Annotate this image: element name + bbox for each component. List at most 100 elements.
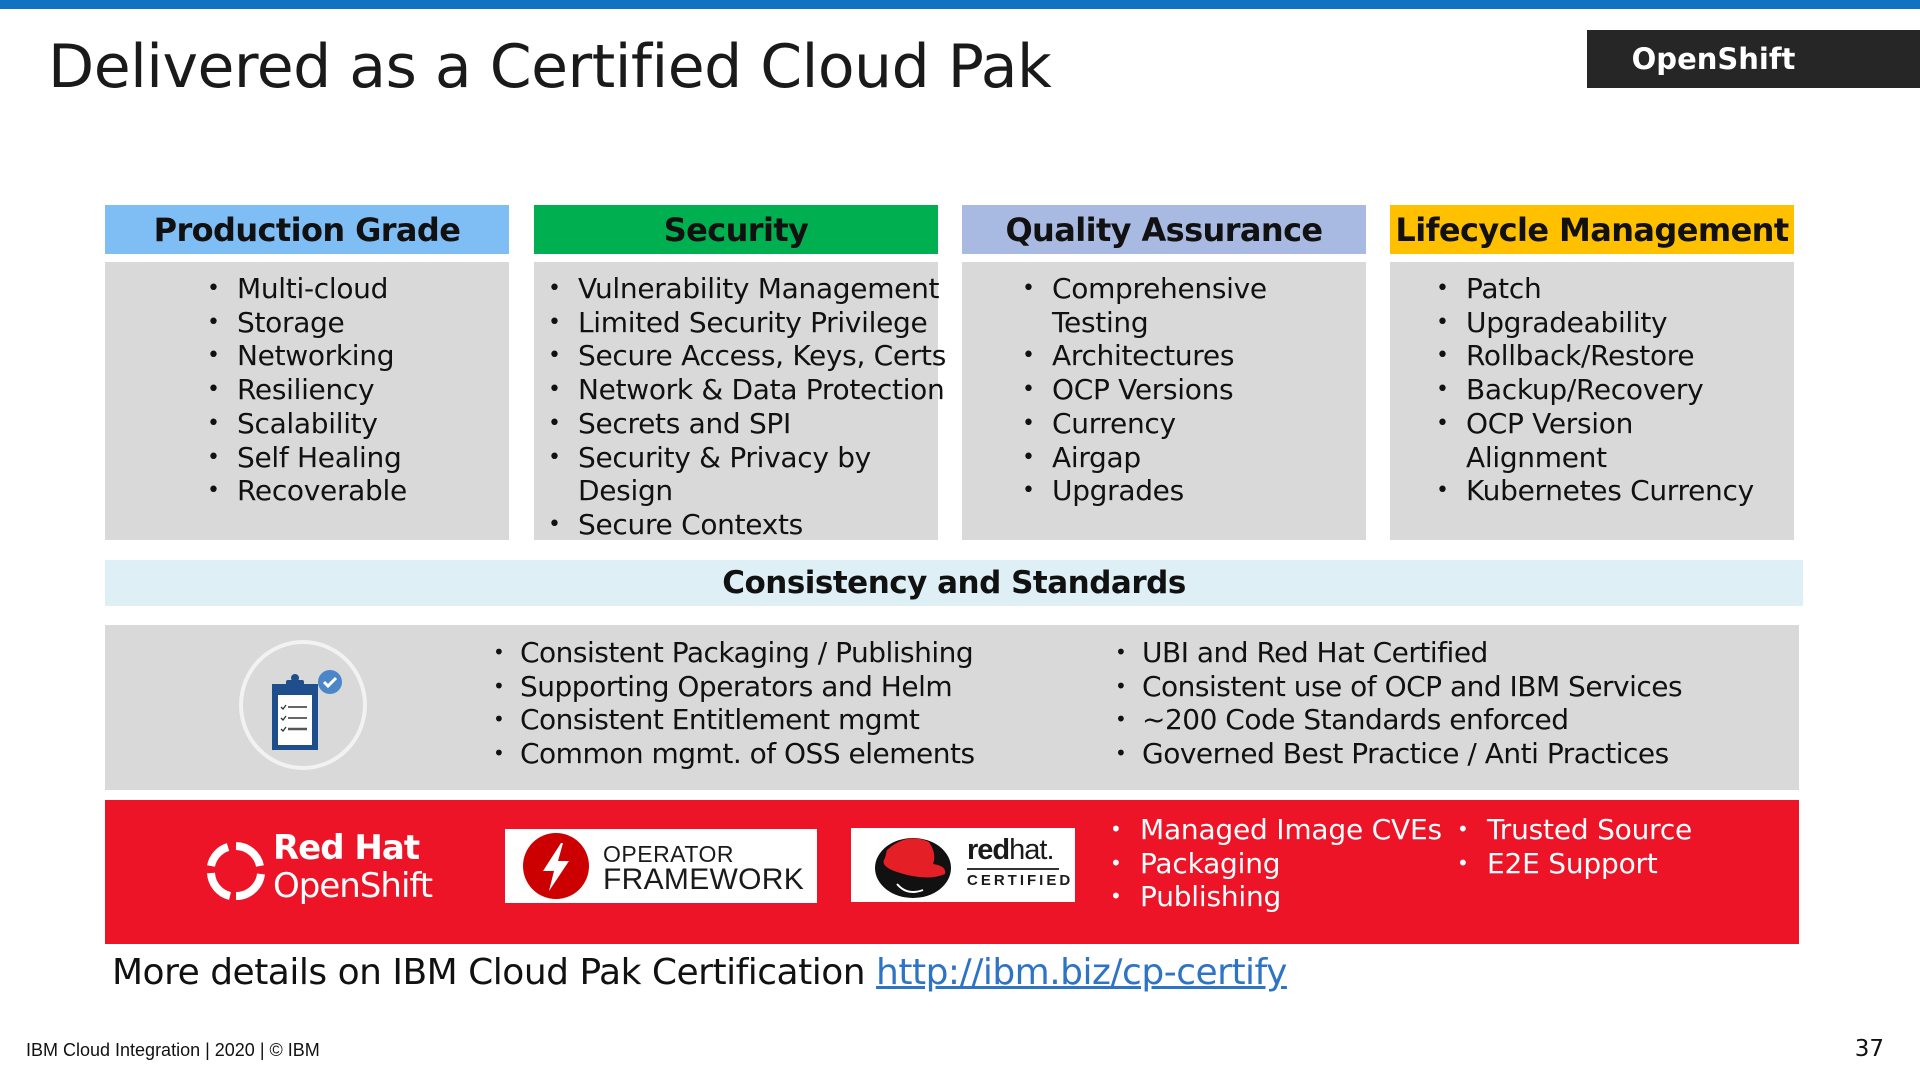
column-body-lifecycle-management: PatchUpgradeabilityRollback/RestoreBacku… [1390, 262, 1794, 540]
bullet-list: ComprehensiveTestingArchitecturesOCP Ver… [1022, 272, 1267, 508]
list-item: Upgradeability [1436, 306, 1754, 340]
consistency-list-right: UBI and Red Hat CertifiedConsistent use … [1115, 636, 1683, 771]
operator-framework-logo: OPERATOR FRAMEWORK [505, 829, 817, 903]
list-item: Common mgmt. of OSS elements [493, 737, 975, 771]
openshift-badge: OpenShift [1587, 30, 1920, 88]
list-item: Consistent use of OCP and IBM Services [1115, 670, 1683, 704]
list-item: Consistent Entitlement mgmt [493, 703, 975, 737]
list-item: Governed Best Practice / Anti Practices [1115, 737, 1682, 771]
certification-list-right: Trusted SourceE2E Support [1457, 813, 1692, 880]
list-item: Managed Image CVEs [1110, 813, 1442, 847]
column-header-lifecycle-management: Lifecycle Management [1390, 205, 1794, 254]
redhat-wordmark-bold: red [967, 834, 1010, 866]
list-item: Backup/Recovery [1436, 373, 1754, 407]
list-item-text: Secure Access, Keys, Certs [578, 339, 947, 373]
divider [967, 868, 1059, 870]
list-item: Resiliency [207, 373, 407, 407]
list-item: Multi-cloud [207, 272, 407, 306]
list-item-text: Limited Security Privilege [578, 305, 928, 339]
list-item-text: Multi-cloud [237, 272, 389, 305]
footer-text: IBM Cloud Integration | 2020 | © IBM [26, 1040, 320, 1060]
column-header-security: Security [534, 205, 938, 254]
list-item: Patch [1436, 272, 1754, 306]
list-item-text: Networking [237, 339, 395, 373]
certification-band: Red Hat OpenShift OPERATOR FRAMEWORK red… [105, 800, 1799, 944]
list-item-text: Comprehensive [1052, 272, 1267, 305]
list-item: Upgrades [1022, 474, 1267, 508]
list-item-text: Upgrades [1052, 474, 1184, 508]
openshift-ring-icon [207, 842, 265, 901]
list-item-text: Network & Data Protection [578, 373, 945, 407]
slide-title: Delivered as a Certified Cloud Pak [48, 32, 1052, 102]
list-item: Consistent Packaging / Publishing [493, 636, 975, 670]
consistency-body: Consistent Packaging / PublishingSupport… [105, 625, 1799, 790]
top-accent-bar [0, 0, 1920, 9]
list-item: Storage [207, 306, 407, 340]
list-item: OCP Versions [1022, 373, 1267, 407]
lightning-bolt-icon [523, 833, 589, 899]
bullet-list: Vulnerability ManagementLimited Security… [548, 272, 946, 542]
list-item: Network & Data Protection [548, 373, 946, 407]
openshift-logo-line1: Red Hat [273, 828, 420, 868]
list-item-text: Upgradeability [1466, 305, 1668, 339]
list-item-text: Alignment [1466, 440, 1607, 474]
shadowman-hat-icon [875, 838, 951, 898]
clipboard-checklist-icon [239, 640, 367, 770]
list-item: Scalability [207, 407, 407, 441]
list-item: Currency [1022, 407, 1267, 441]
list-item: Airgap [1022, 441, 1267, 475]
consistency-list-left: Consistent Packaging / PublishingSupport… [493, 636, 975, 771]
list-item: OCP VersionAlignment [1436, 407, 1754, 474]
column-header-quality-assurance: Quality Assurance [962, 205, 1366, 254]
list-item-text: Recoverable [237, 474, 407, 508]
list-item: Networking [207, 339, 407, 373]
more-details-line: More details on IBM Cloud Pak Certificat… [112, 952, 1287, 993]
redhat-openshift-logo: Red Hat OpenShift [205, 822, 455, 912]
list-item-text: Scalability [237, 406, 378, 440]
list-item: E2E Support [1457, 847, 1692, 881]
list-item: Kubernetes Currency [1436, 474, 1754, 508]
list-item-text: Testing [1052, 305, 1149, 339]
consistency-header: Consistency and Standards [105, 560, 1803, 606]
list-item-text: Self Healing [237, 440, 402, 474]
list-item: Supporting Operators and Helm [493, 670, 975, 704]
list-item: UBI and Red Hat Certified [1115, 636, 1682, 670]
list-item-text: Resiliency [237, 373, 375, 407]
certification-link[interactable]: http://ibm.biz/cp-certify [876, 952, 1287, 993]
list-item: Self Healing [207, 441, 407, 475]
list-item: Vulnerability Management [548, 272, 946, 306]
certification-list-left: Managed Image CVEsPackagingPublishing [1110, 813, 1442, 914]
list-item-text: Storage [237, 305, 345, 339]
list-item: Limited Security Privilege [548, 306, 946, 340]
list-item: Architectures [1022, 339, 1267, 373]
openshift-logo-line2: OpenShift [273, 866, 433, 906]
list-item-text: Kubernetes Currency [1466, 474, 1754, 508]
operator-framework-line2: FRAMEWORK [603, 863, 805, 896]
list-item-text: Vulnerability Management [578, 272, 940, 305]
list-item-text: Backup/Recovery [1466, 373, 1704, 407]
list-item-text: Airgap [1052, 440, 1141, 474]
list-item: Secure Access, Keys, Certs [548, 339, 946, 373]
column-header-production-grade: Production Grade [105, 205, 509, 254]
list-item-text: OCP Versions [1052, 373, 1234, 407]
page-number: 37 [1854, 1036, 1884, 1062]
redhat-certified-logo: redhat. CERTIFIED [851, 828, 1075, 902]
column-body-quality-assurance: ComprehensiveTestingArchitecturesOCP Ver… [962, 262, 1366, 540]
list-item: Secrets and SPI [548, 407, 946, 441]
list-item: Security & Privacy byDesign [548, 441, 946, 508]
certified-label: CERTIFIED [967, 872, 1074, 889]
redhat-wordmark-light: hat. [1009, 834, 1054, 866]
list-item: ~200 Code Standards enforced [1115, 703, 1682, 737]
list-item-text: OCP Version [1466, 406, 1634, 440]
list-item-text: Currency [1052, 406, 1176, 440]
list-item-text: Rollback/Restore [1466, 339, 1695, 373]
list-item: Secure Contexts [548, 508, 946, 542]
column-body-production-grade: Multi-cloudStorageNetworkingResiliencySc… [105, 262, 509, 540]
bullet-list: PatchUpgradeabilityRollback/RestoreBacku… [1436, 272, 1754, 508]
list-item-text: Patch [1466, 272, 1542, 305]
list-item: ComprehensiveTesting [1022, 272, 1267, 339]
list-item-text: Secrets and SPI [578, 406, 791, 440]
more-details-text: More details on IBM Cloud Pak Certificat… [112, 952, 877, 993]
list-item: Trusted Source [1457, 813, 1692, 847]
redhat-wordmark: redhat. [967, 834, 1055, 867]
